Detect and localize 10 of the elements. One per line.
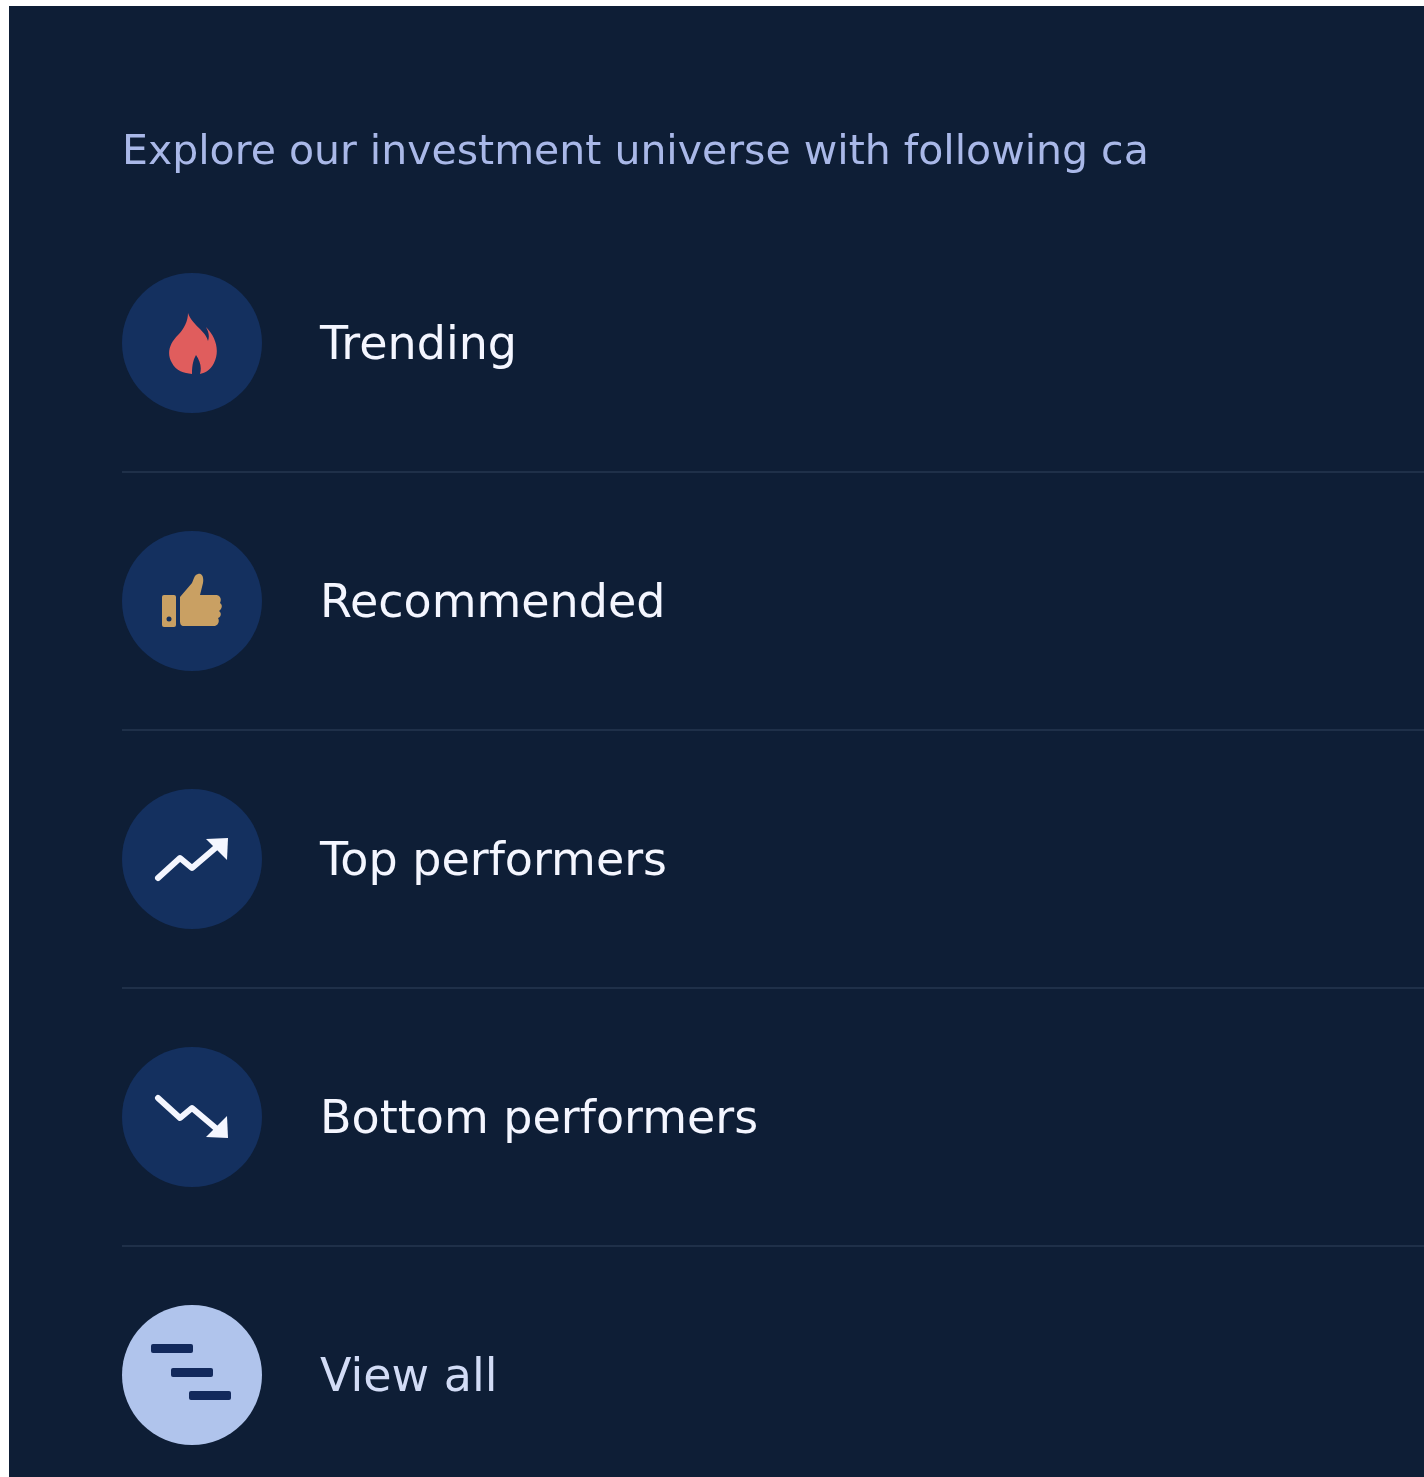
flame-icon [166, 311, 218, 375]
category-link[interactable]: Top performers [320, 832, 668, 886]
category-link[interactable]: Bottom performers [320, 1090, 759, 1144]
thumbs-up-icon [162, 573, 222, 629]
category-link[interactable]: Trending [320, 316, 518, 370]
category-link[interactable]: Recommended [320, 574, 666, 628]
section-heading: Explore our investment universe with following ca [122, 125, 1149, 176]
trend-up-icon [154, 836, 230, 882]
category-link[interactable]: View all [320, 1348, 498, 1402]
trend-down-icon [154, 1094, 230, 1140]
